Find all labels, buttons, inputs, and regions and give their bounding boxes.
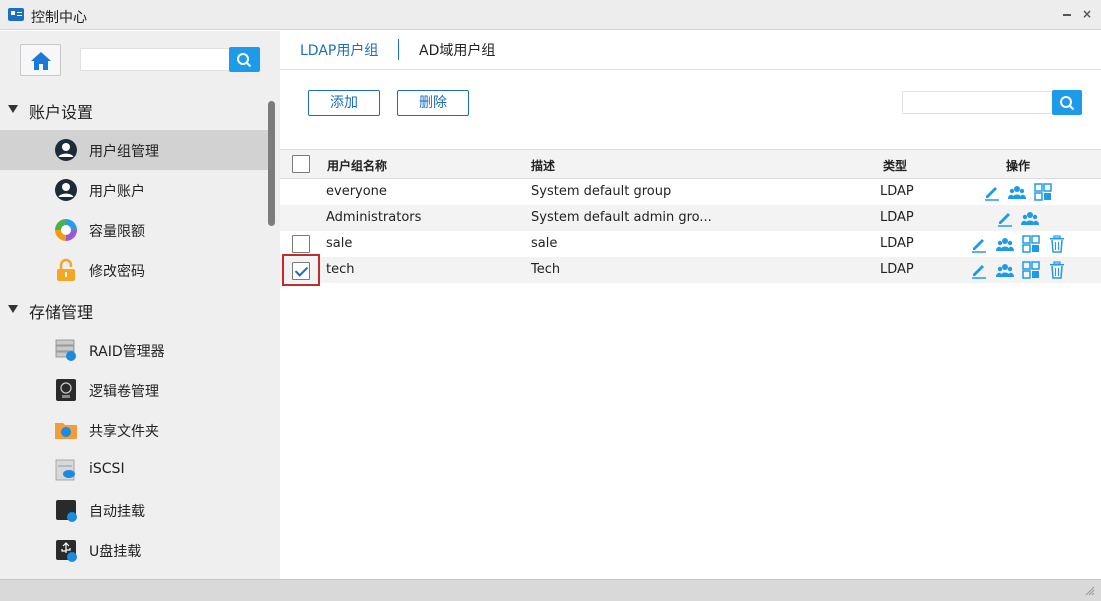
delete-icon[interactable] [1048,235,1066,253]
edit-icon[interactable] [970,261,988,279]
permissions-icon[interactable] [1022,235,1040,253]
delete-icon[interactable] [1048,261,1066,279]
control-center-icon [8,8,24,21]
select-all-checkbox[interactable] [292,155,310,173]
edit-icon[interactable] [970,235,988,253]
selection-highlight-box [282,254,320,286]
sidebar-search-input[interactable] [80,48,230,71]
search-icon [237,53,252,68]
edit-icon[interactable] [983,183,1001,201]
sidebar-scrollbar[interactable] [268,101,275,226]
collapse-triangle-icon [8,305,18,313]
resize-grip-icon[interactable] [1085,586,1095,596]
delete-button[interactable]: 删除 [397,90,469,116]
group-type: LDAP [880,262,914,277]
group-members-icon[interactable] [996,261,1014,279]
table-row[interactable]: tech Tech LDAP [280,257,1101,283]
raid-icon [55,339,76,361]
sidebar-item-usb-mount[interactable]: U盘挂载 [0,530,270,570]
section-label: 账户设置 [29,103,94,122]
sidebar-item-auto-mount[interactable]: 自动挂载 [0,490,270,530]
group-type: LDAP [880,210,914,225]
auto-mount-icon [56,500,77,522]
window-title: 控制中心 [31,10,87,26]
home-button[interactable] [20,44,61,76]
sidebar-item-more[interactable] [0,570,270,579]
add-button[interactable]: 添加 [308,90,380,116]
sidebar-search-button[interactable] [229,47,260,72]
group-type: LDAP [880,236,914,251]
table-row[interactable]: Administrators System default admin gro.… [280,205,1101,231]
sidebar-item-label: 修改密码 [89,264,145,280]
group-description: sale [531,236,558,251]
permissions-icon[interactable] [1022,261,1040,279]
permissions-icon[interactable] [1034,183,1052,201]
sidebar-item-label: U盘挂载 [89,544,142,560]
sidebar-item-label: 用户组管理 [89,144,159,160]
group-type: LDAP [880,184,914,199]
group-members-icon[interactable] [1021,209,1039,227]
column-header-description[interactable]: 描述 [531,157,555,174]
sidebar-item-quota[interactable]: 容量限额 [0,210,270,250]
main-panel: LDAP用户组 AD域用户组 添加 删除 用户组名称 描述 类型 操作 ever… [280,31,1101,579]
shared-folder-icon [55,423,77,439]
sidebar-item-change-password[interactable]: 修改密码 [0,250,270,290]
sidebar-item-user-account[interactable]: 用户账户 [0,170,270,210]
group-description: System default group [531,184,672,199]
home-icon [31,52,51,70]
sidebar-item-raid[interactable]: RAID管理器 [0,330,270,370]
section-storage-management[interactable]: 存储管理 [0,291,270,329]
lvm-icon [56,379,76,401]
column-header-type[interactable]: 类型 [883,157,907,174]
edit-icon[interactable] [996,209,1014,227]
group-members-icon[interactable] [996,235,1014,253]
column-header-operations: 操作 [1006,159,1031,173]
group-members-icon[interactable] [1008,183,1026,201]
quota-pie-icon [55,219,77,241]
table-header: 用户组名称 描述 类型 操作 [280,149,1101,179]
tab-bar: LDAP用户组 AD域用户组 [280,31,1101,70]
group-search-input[interactable] [902,91,1053,114]
tab-ad-user-group[interactable]: AD域用户组 [419,40,495,60]
sidebar-item-label: RAID管理器 [89,344,165,360]
row-checkbox[interactable] [292,235,310,253]
group-name: everyone [326,184,387,199]
group-name: sale [326,236,353,251]
sidebar-item-lvm[interactable]: 逻辑卷管理 [0,370,270,410]
sidebar-item-label: iSCSI [89,461,125,477]
iscsi-icon [55,459,75,481]
sidebar-item-shared-folder[interactable]: 共享文件夹 [0,410,270,450]
search-icon [1060,96,1075,111]
sidebar-item-label: 自动挂载 [89,504,145,520]
sidebar-item-label: 用户账户 [89,184,145,200]
group-name: tech [326,262,355,277]
tab-ldap-user-group[interactable]: LDAP用户组 [300,40,378,60]
section-label: 存储管理 [29,303,94,322]
title-bar: 控制中心 × [0,0,1101,30]
tab-divider [398,39,399,60]
sidebar-item-label: 逻辑卷管理 [89,384,159,400]
section-account-settings[interactable]: 账户设置 [0,91,270,129]
group-search-button[interactable] [1052,90,1082,115]
lock-icon [57,258,75,281]
user-group-icon [55,139,77,161]
minimize-icon[interactable] [1059,6,1075,22]
sidebar-item-iscsi[interactable]: iSCSI [0,450,270,490]
usb-mount-icon [56,540,77,562]
sidebar-item-label: 共享文件夹 [89,424,159,440]
table-row[interactable]: everyone System default group LDAP [280,179,1101,205]
collapse-triangle-icon [8,105,18,113]
sidebar-item-user-group-management[interactable]: 用户组管理 [0,130,270,170]
table-row[interactable]: sale sale LDAP [280,231,1101,257]
sidebar-item-label: 容量限额 [89,224,145,240]
user-account-icon [55,179,77,201]
group-description: Tech [531,262,561,277]
sidebar: 账户设置 用户组管理 用户账户 容量限额 修改密码 存储管理 RAID管理器 逻… [0,31,280,579]
group-description: System default admin gro... [531,210,712,225]
column-header-name[interactable]: 用户组名称 [327,157,387,174]
group-name: Administrators [326,210,422,225]
close-icon[interactable]: × [1079,6,1095,22]
status-bar [0,579,1101,601]
